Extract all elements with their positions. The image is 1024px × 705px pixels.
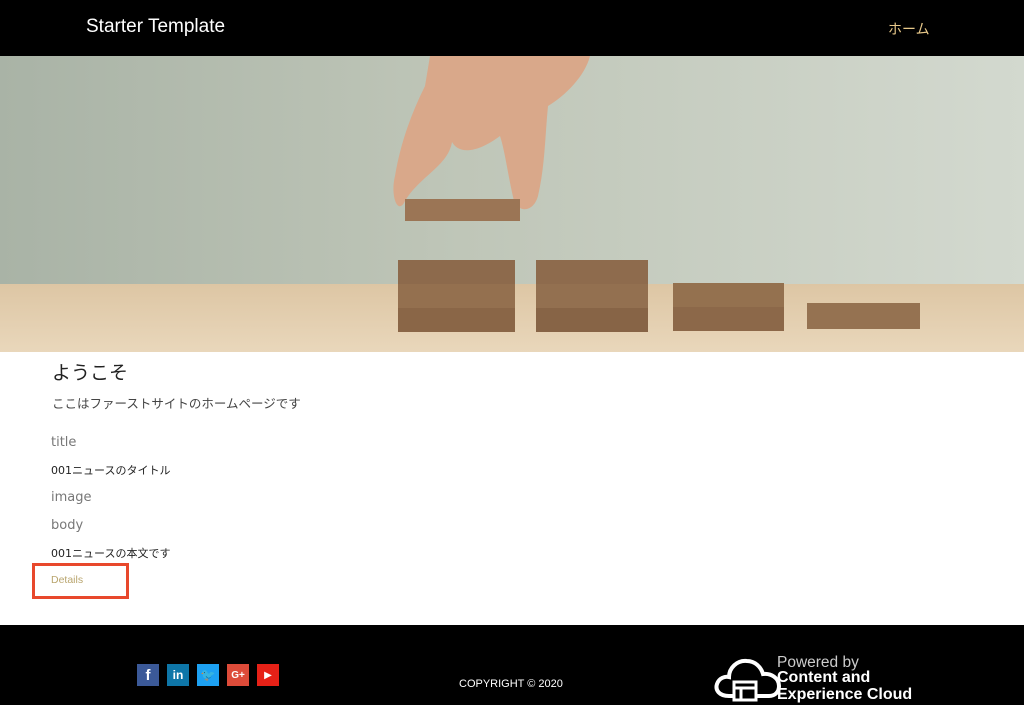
body-value: 001ニュースの本文です (51, 547, 171, 560)
cloud-logo-icon (714, 658, 782, 702)
nav-home-link[interactable]: ホーム (888, 19, 930, 39)
wooden-blocks-steps-image (0, 56, 1024, 352)
hero-image (0, 56, 1024, 352)
body-label: body (51, 518, 84, 533)
powered-by-product: Content and Experience Cloud (777, 669, 913, 703)
image-label: image (51, 490, 92, 505)
facebook-icon[interactable]: f (137, 664, 159, 686)
details-link[interactable]: Details (51, 574, 83, 586)
google-plus-icon[interactable]: G+ (227, 664, 249, 686)
twitter-icon[interactable]: 🐦 (197, 664, 219, 686)
site-header: Starter Template ホーム (0, 0, 1024, 56)
site-brand[interactable]: Starter Template (86, 16, 225, 38)
welcome-description: ここはファーストサイトのホームページです (52, 396, 301, 411)
linkedin-icon[interactable]: in (167, 664, 189, 686)
youtube-icon[interactable]: ▶ (257, 664, 279, 686)
copyright-text: COPYRIGHT © 2020 (459, 678, 563, 690)
title-label: title (51, 435, 77, 450)
site-footer: f in 🐦 G+ ▶ COPYRIGHT © 2020 Powered by … (0, 625, 1024, 705)
title-value: 001ニュースのタイトル (51, 464, 171, 477)
welcome-title: ようこそ (52, 362, 129, 384)
main-content: ようこそ ここはファーストサイトのホームページです title 001ニュースの… (0, 352, 1024, 625)
